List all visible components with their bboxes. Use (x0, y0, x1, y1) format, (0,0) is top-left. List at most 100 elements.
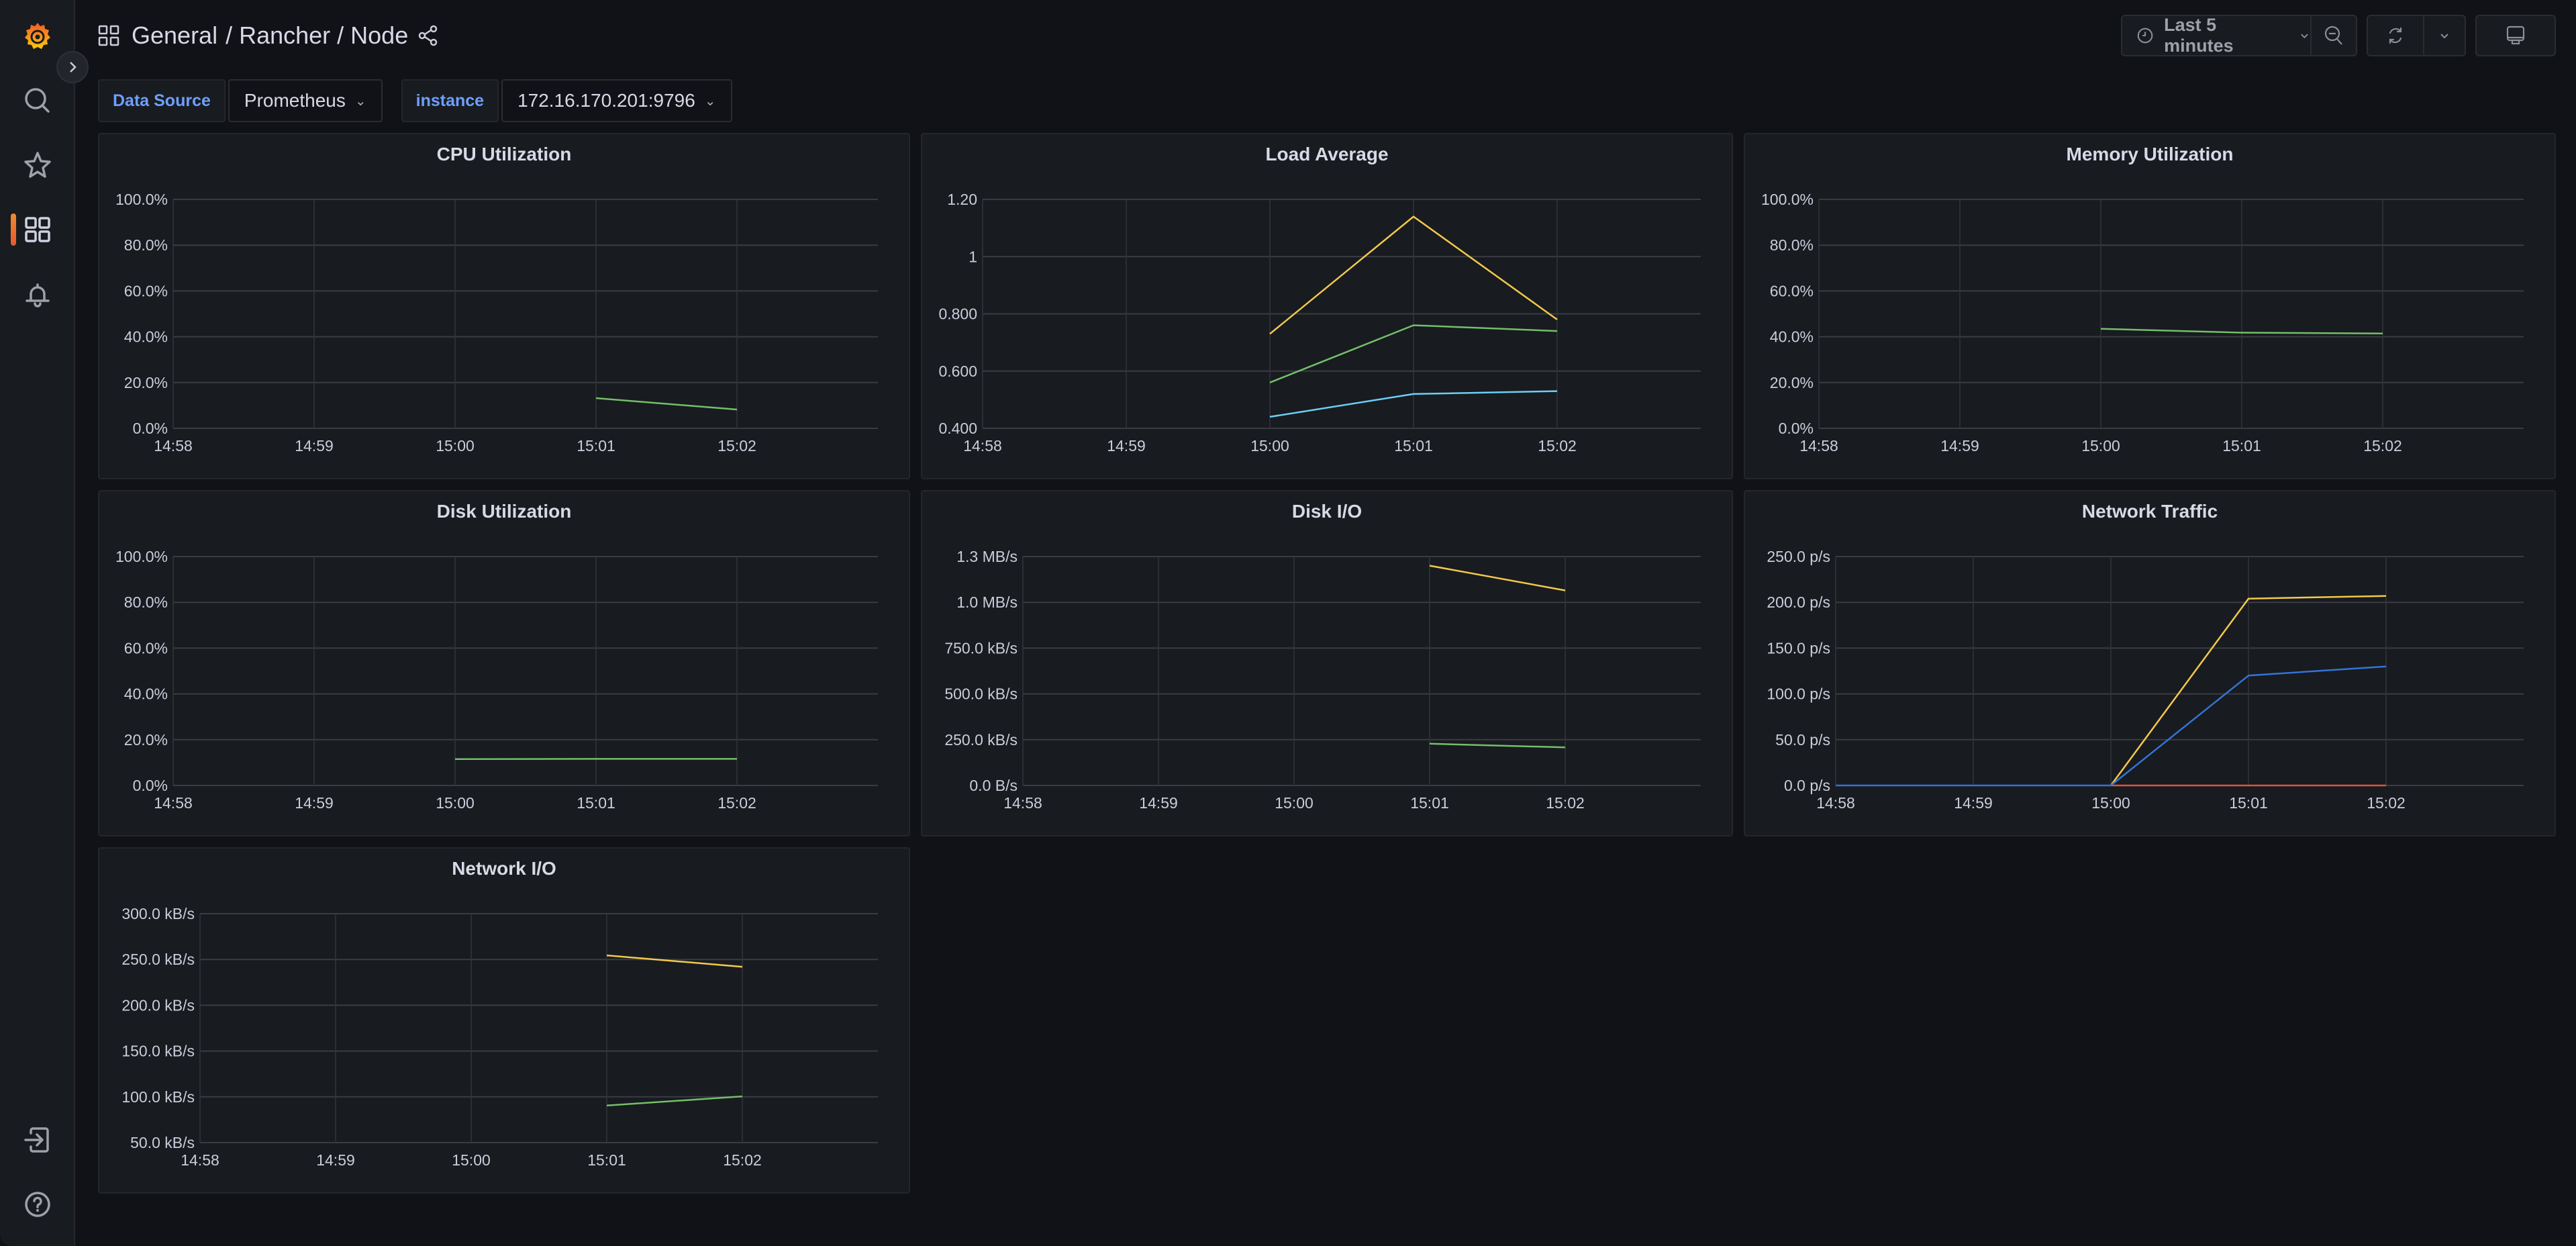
chart-canvas[interactable]: 0.0% 20.0% 40.0% 60.0% 80.0% 100.0% 14:58 14:59… (1745, 134, 2555, 478)
x-tick-label: 15:00 (452, 1151, 491, 1169)
chart-canvas[interactable]: 0.0% 20.0% 40.0% 60.0% 80.0% 100.0% 14:58 14:59… (99, 134, 909, 478)
sidebar-item-help[interactable] (17, 1184, 58, 1225)
sidebar-item-search[interactable] (17, 81, 58, 121)
y-tick-label: 80.0% (124, 593, 168, 611)
clock-icon (2137, 28, 2153, 44)
y-tick-label: 100.0% (1761, 191, 1814, 208)
search-icon (25, 88, 50, 113)
refresh-interval-dropdown[interactable] (2423, 16, 2465, 55)
y-tick-label: 1.0 MB/s (956, 593, 1018, 611)
sidebar-item-starred[interactable] (17, 145, 58, 185)
x-tick-label: 15:01 (577, 437, 615, 454)
variable-label-instance: instance (401, 79, 499, 122)
sidebar-item-dashboards[interactable] (17, 209, 58, 250)
chart-canvas[interactable]: 0.0 p/s 50.0 p/s 100.0 p/s 150.0 p/s 200.0 p… (1745, 491, 2555, 835)
y-tick-label: 0.0 p/s (1784, 777, 1830, 794)
x-tick-label: 15:02 (717, 794, 756, 812)
y-tick-label: 80.0% (124, 236, 168, 254)
chart-canvas[interactable]: 0.0% 20.0% 40.0% 60.0% 80.0% 100.0% 14:58 14:59… (99, 491, 909, 835)
dashboards-grid-icon (98, 25, 119, 46)
y-tick-label: 100.0% (115, 191, 168, 208)
y-tick-label: 500.0 kB/s (944, 685, 1018, 703)
panel-cpu-utilization[interactable]: CPU Utilization 0.0% 20.0% 40.0% 60.0% 80.0%… (98, 133, 910, 479)
y-tick-label: 250.0 kB/s (944, 731, 1018, 749)
panel-load-average[interactable]: Load Average 0.400 0.600 0.800 1 1.20 14:58 14… (921, 133, 1733, 479)
sidebar-item-home[interactable] (17, 16, 58, 56)
panel-memory-utilization[interactable]: Memory Utilization 0.0% 20.0% 40.0% 60.0% 80… (1744, 133, 2556, 479)
chart-canvas[interactable]: 50.0 kB/s 100.0 kB/s 150.0 kB/s 200.0 kB/s 2… (99, 849, 909, 1192)
zoom-out-button[interactable] (2310, 16, 2356, 55)
chevron-down-icon (2440, 34, 2448, 39)
x-tick-label: 15:01 (2222, 437, 2261, 454)
chevron-down-icon: ⌄ (704, 93, 716, 109)
panel-network-io[interactable]: Network I/O 50.0 kB/s 100.0 kB/s 150.0 kB/… (98, 847, 910, 1194)
grafana-logo-icon (25, 23, 50, 49)
x-tick-label: 14:59 (1139, 794, 1178, 812)
series-line-receive (606, 1095, 743, 1107)
breadcrumb-folder[interactable]: General (132, 21, 217, 50)
expand-sidebar-button[interactable] (56, 51, 89, 83)
sidebar-item-sign-in[interactable] (17, 1120, 58, 1160)
panel-network-traffic[interactable]: Network Traffic 0.0 p/s 50.0 p/s 100.0 p/s… (1744, 490, 2556, 836)
top-bar: General / Rancher / Node Last 5 minutes (75, 0, 2576, 74)
x-tick-label: 15:00 (2081, 437, 2120, 454)
x-tick-label: 14:58 (1816, 794, 1855, 812)
time-range-label: Last 5 minutes (2164, 15, 2234, 56)
zoom-out-icon (2324, 26, 2342, 45)
y-tick-label: 0.800 (938, 305, 977, 323)
x-tick-label: 15:02 (717, 437, 756, 454)
x-tick-label: 15:02 (723, 1151, 762, 1169)
chevron-right-icon (70, 62, 77, 73)
instance-select[interactable]: 172.16.170.201:9796 ⌄ (501, 79, 732, 122)
time-range-picker[interactable]: Last 5 minutes (2122, 15, 2310, 56)
time-picker-group: Last 5 minutes (2121, 15, 2357, 56)
x-tick-label: 15:01 (587, 1151, 626, 1169)
y-tick-label: 300.0 kB/s (121, 905, 195, 922)
y-tick-label: 20.0% (124, 374, 168, 391)
y-tick-label: 60.0% (1770, 282, 1814, 299)
monitor-icon (2506, 26, 2525, 45)
y-tick-label: 50.0 kB/s (130, 1134, 195, 1151)
chevron-down-icon: ⌄ (354, 93, 366, 109)
x-tick-label: 15:00 (436, 794, 475, 812)
x-tick-label: 15:01 (2229, 794, 2268, 812)
x-tick-label: 15:02 (2363, 437, 2402, 454)
tv-mode-button[interactable] (2477, 16, 2555, 55)
panel-disk-utilization[interactable]: Disk Utilization 0.0% 20.0% 40.0% 60.0% 80.0… (98, 490, 910, 836)
series-line-read (1429, 742, 1566, 749)
x-tick-label: 14:59 (1954, 794, 1993, 812)
y-tick-label: 20.0% (1770, 374, 1814, 391)
refresh-button[interactable] (2368, 16, 2423, 55)
dashboards-grid-icon (25, 217, 50, 242)
y-tick-label: 750.0 kB/s (944, 639, 1018, 657)
y-tick-label: 1.20 (947, 191, 977, 208)
y-tick-label: 0.400 (938, 420, 977, 437)
x-tick-label: 15:00 (436, 437, 475, 454)
x-tick-label: 14:59 (1107, 437, 1146, 454)
datasource-select[interactable]: Prometheus ⌄ (228, 79, 383, 122)
x-tick-label: 14:58 (963, 437, 1002, 454)
breadcrumb-dashboard: / Rancher / Node (226, 21, 409, 49)
x-tick-label: 14:58 (1799, 437, 1838, 454)
x-tick-label: 14:58 (181, 1151, 219, 1169)
y-tick-label: 0.0 B/s (969, 777, 1018, 794)
y-tick-label: 80.0% (1770, 236, 1814, 254)
series-line-transmit (606, 954, 743, 968)
sidebar-item-alerting[interactable] (17, 274, 58, 314)
share-icon[interactable] (416, 23, 440, 48)
y-tick-label: 40.0% (124, 328, 168, 346)
y-tick-label: 150.0 p/s (1767, 639, 1830, 657)
y-tick-label: 100.0 kB/s (121, 1088, 195, 1106)
instance-value: 172.16.170.201:9796 (517, 90, 695, 111)
y-tick-label: 60.0% (124, 282, 168, 299)
y-tick-label: 1 (969, 248, 977, 265)
panel-disk-io[interactable]: Disk I/O 0.0 B/s 250.0 kB/s 500.0 kB/s 750.… (921, 490, 1733, 836)
chart-canvas[interactable]: 0.400 0.600 0.800 1 1.20 14:58 14:59 15:00 15:01… (922, 134, 1732, 478)
chart-canvas[interactable]: 0.0 B/s 250.0 kB/s 500.0 kB/s 750.0 kB/s 1.0… (922, 491, 1732, 835)
x-tick-label: 14:59 (295, 794, 334, 812)
template-variables: Data Source Prometheus ⌄ instance 172.16… (98, 79, 732, 122)
series-line-cpu (595, 397, 738, 411)
active-indicator (11, 213, 16, 246)
refresh-group (2367, 15, 2466, 56)
y-tick-label: 20.0% (124, 731, 168, 749)
